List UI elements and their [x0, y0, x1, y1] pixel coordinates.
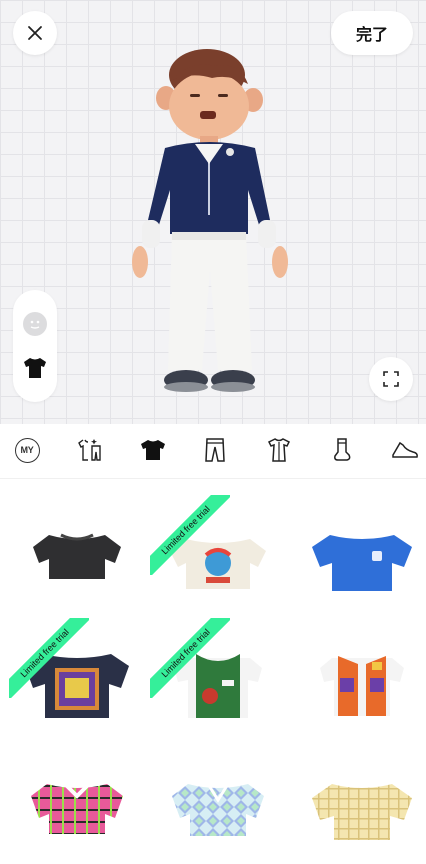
close-button[interactable] [13, 11, 57, 55]
outfit-set-icon [78, 439, 101, 461]
item-image [320, 656, 404, 716]
limited-trial-badge: Limited free trial [150, 618, 230, 698]
tab-onepiece[interactable] [264, 435, 294, 465]
face-icon [30, 320, 40, 329]
tab-sets[interactable] [75, 435, 105, 465]
tshirt-icon [141, 440, 165, 460]
item-card[interactable] [294, 744, 418, 864]
item-card[interactable]: Limited free trial [150, 495, 274, 615]
sock-icon [334, 438, 351, 461]
item-image [312, 535, 412, 591]
tshirt-icon [24, 358, 46, 378]
item-image [312, 784, 412, 840]
my-label: MY [14, 437, 40, 463]
item-card[interactable]: Limited free trial [9, 618, 133, 738]
tab-shoes[interactable] [390, 435, 420, 465]
item-image [31, 782, 123, 834]
item-image [172, 783, 264, 836]
item-card[interactable]: Limited free trial [150, 618, 274, 738]
outfit-view-toggle[interactable] [22, 356, 48, 380]
tab-tops[interactable] [138, 435, 168, 465]
item-card[interactable] [294, 495, 418, 615]
done-button[interactable]: 完了 [331, 11, 413, 55]
dress-icon [267, 438, 291, 462]
pants-icon [205, 438, 225, 462]
item-card[interactable] [150, 744, 274, 864]
item-image [33, 533, 121, 579]
close-icon [28, 26, 42, 40]
category-tabbar: MY [0, 424, 426, 479]
sneaker-icon [392, 441, 418, 458]
view-mode-switcher [13, 290, 57, 402]
avatar-figure[interactable] [120, 40, 305, 405]
tab-socks[interactable] [327, 435, 357, 465]
expand-icon [383, 371, 399, 387]
avatar-preview-stage[interactable]: 完了 [0, 0, 426, 424]
tab-my[interactable]: MY [12, 435, 42, 465]
limited-trial-badge: Limited free trial [150, 495, 230, 575]
item-grid: Limited free trial Limited free trial Li… [0, 478, 426, 850]
item-card[interactable] [9, 495, 133, 615]
face-view-toggle[interactable] [23, 312, 47, 336]
item-card[interactable] [9, 744, 133, 864]
tab-bottoms[interactable] [200, 435, 230, 465]
fullscreen-button[interactable] [369, 357, 413, 401]
item-card[interactable] [294, 618, 418, 738]
limited-trial-badge: Limited free trial [9, 618, 89, 698]
